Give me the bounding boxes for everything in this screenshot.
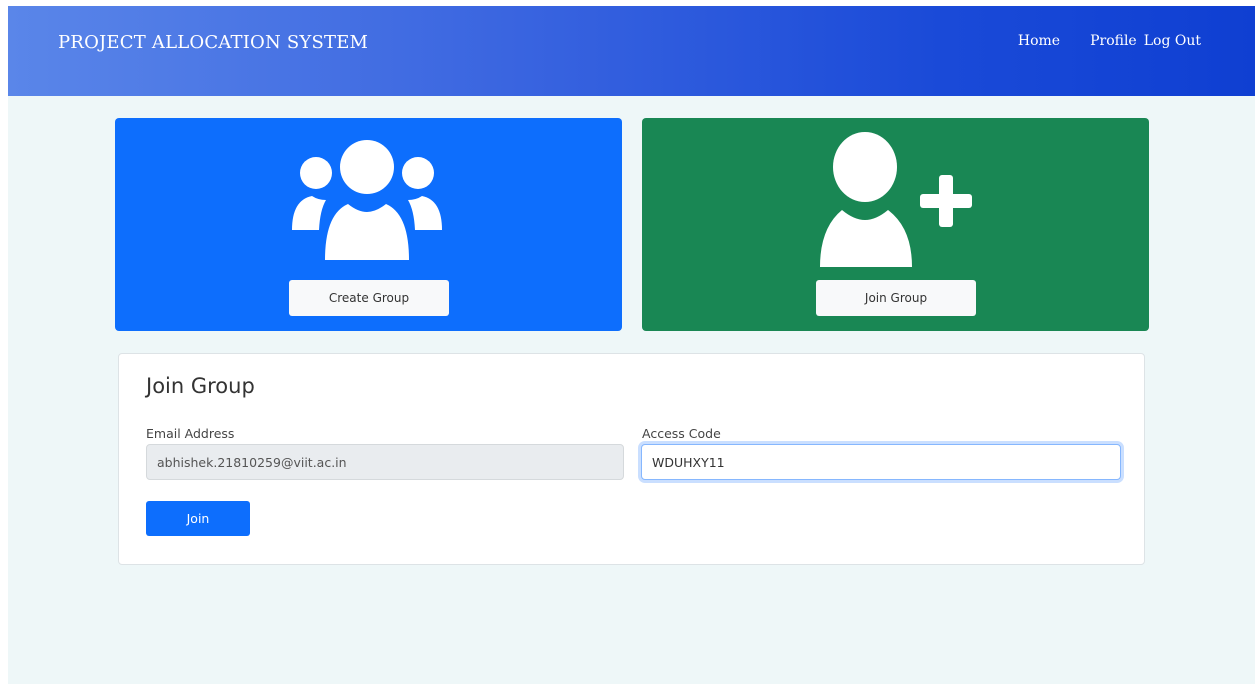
email-field[interactable] <box>146 444 624 480</box>
nav-link-logout[interactable]: Log Out <box>1144 33 1201 49</box>
join-submit-button[interactable]: Join <box>146 501 250 536</box>
panel-title: Join Group <box>146 374 255 398</box>
join-group-card: Join Group <box>642 118 1149 331</box>
join-group-button[interactable]: Join Group <box>816 280 976 316</box>
nav-links: Home Profile Log Out <box>1018 33 1201 49</box>
create-group-button[interactable]: Create Group <box>289 280 449 316</box>
access-code-label: Access Code <box>642 426 721 441</box>
nav-link-home[interactable]: Home <box>1018 33 1060 49</box>
navbar: PROJECT ALLOCATION SYSTEM Home Profile L… <box>8 6 1255 96</box>
users-group-icon <box>292 140 442 260</box>
join-group-panel: Join Group Email Address Access Code Joi… <box>118 353 1145 565</box>
create-group-card: Create Group <box>115 118 622 331</box>
brand-title: PROJECT ALLOCATION SYSTEM <box>58 32 369 53</box>
access-code-field[interactable] <box>641 444 1121 480</box>
nav-link-profile[interactable]: Profile <box>1090 33 1137 49</box>
email-label: Email Address <box>146 426 235 441</box>
user-plus-icon <box>820 132 972 267</box>
page-frame: PROJECT ALLOCATION SYSTEM Home Profile L… <box>8 6 1255 684</box>
